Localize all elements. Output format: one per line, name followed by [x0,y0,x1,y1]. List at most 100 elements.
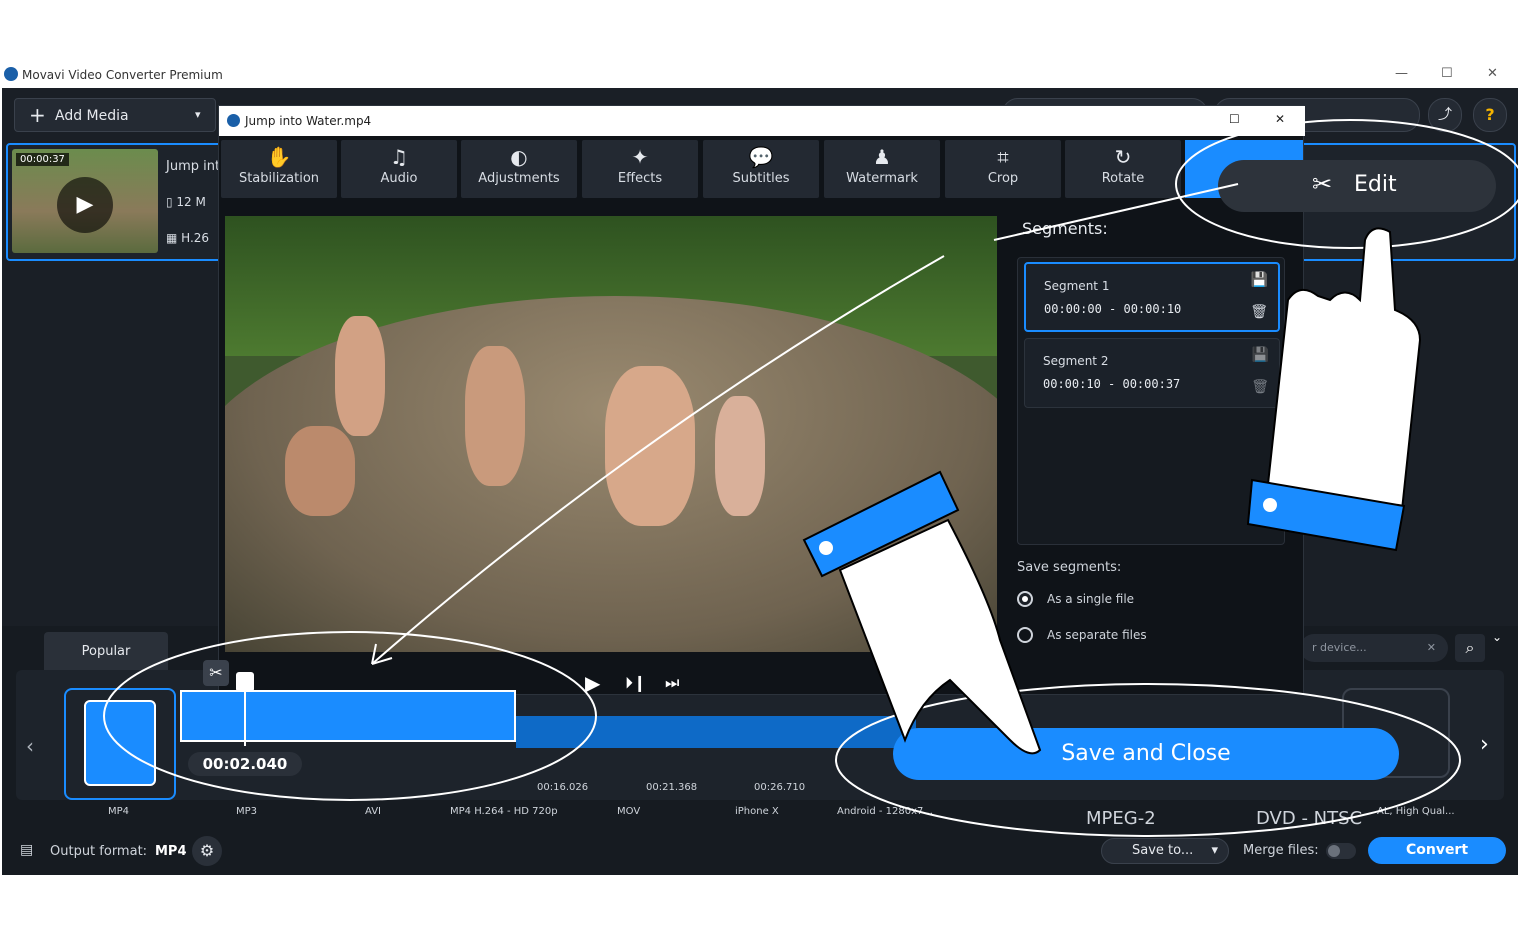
separate-files-label: As separate files [1047,628,1147,642]
format-label-mov: MOV [617,806,641,817]
play-icon[interactable]: ▶ [57,177,113,233]
format-label-iphone: iPhone X [735,806,779,817]
tool-rotate[interactable]: ↻ Rotate [1065,140,1181,198]
add-media-button[interactable]: + Add Media ▾ [14,98,216,132]
segment-range: 00:00:10 - 00:00:37 [1043,377,1181,391]
share-icon[interactable]: ⤴ [1428,98,1462,132]
tick-label: 00:21.368 [646,782,698,793]
minimize-icon[interactable]: — [1395,66,1408,81]
segment-item-1[interactable]: Segment 1 00:00:00 - 00:00:10 💾 🗑 [1024,262,1280,332]
prev-arrow-icon[interactable]: ‹ [26,734,34,758]
next-arrow-icon[interactable]: › [1480,732,1489,757]
tools-icon: ✂ [1312,170,1333,198]
file-size: ▯ 12 M [166,195,206,209]
collapse-icon[interactable]: ⌄ [1492,630,1502,644]
stabilization-icon: ✋ [266,145,292,169]
subtitles-icon: 💬 [748,145,774,169]
output-format-label: Output format: [50,844,148,859]
mp4-format-icon [84,700,156,786]
file-name: Jump int [166,159,221,174]
delete-segment-icon[interactable]: 🗑 [1250,304,1268,320]
edit-label: Edit [1354,172,1397,197]
next-frame-icon[interactable]: ⏵❙ [625,673,646,693]
chevron-down-icon: ▾ [195,108,201,121]
segment-name: Segment 1 [1044,279,1110,293]
maximize-icon[interactable]: ☐ [1441,66,1453,81]
segment-name: Segment 2 [1043,354,1109,368]
dialog-maximize-icon[interactable]: ☐ [1229,112,1240,126]
help-icon[interactable]: ? [1473,98,1507,132]
split-scissors-icon[interactable]: ✂ [203,660,229,686]
chevron-down-icon: ▾ [1211,843,1218,858]
format-card-mp4[interactable] [64,688,176,800]
playhead-line [244,690,246,746]
timeline-segment-selected[interactable] [180,690,516,742]
tool-audio[interactable]: ♫ Audio [341,140,457,198]
playhead-handle[interactable] [236,672,254,692]
effects-icon: ✦ [631,145,649,169]
current-time: 00:02.040 [188,752,302,776]
app-title-bar: Movavi Video Converter Premium — ☐ ✕ [0,62,1519,88]
merge-files-toggle[interactable] [1326,843,1356,859]
radio-separate-files[interactable] [1017,627,1033,643]
settings-gear-icon[interactable]: ⚙ [192,836,222,866]
format-label-mp3: MP3 [236,806,258,817]
convert-button[interactable]: Convert [1368,837,1506,864]
play-icon[interactable]: ▶ [585,671,600,695]
save-and-close-button[interactable]: Save and Close [893,728,1399,780]
close-icon[interactable]: ✕ [1487,66,1498,81]
dialog-title-bar: Jump into Water.mp4 ☐ ✕ [219,106,1305,136]
merge-files-label: Merge files: [1243,843,1319,858]
tick-label: 00:26.710 [754,782,806,793]
format-label-mpeg2: MPEG-2 [1086,808,1156,829]
cut-icon[interactable]: ✂ [923,672,936,691]
plus-icon: + [29,103,46,127]
detect-device-icon[interactable]: ⌕ [1455,634,1485,662]
tick-label: 00:16.026 [537,782,589,793]
tab-popular[interactable]: Popular [44,632,168,672]
video-thumbnail[interactable]: 00:00:37 ▶ [12,149,158,253]
audio-icon: ♫ [390,145,408,169]
dialog-title: Jump into Water.mp4 [245,114,372,128]
app-logo-icon [4,67,18,81]
file-icon: ▯ [166,195,177,209]
skip-end-icon[interactable]: ⏭ [665,673,679,693]
tool-adjustments[interactable]: ◐ Adjustments [461,140,577,198]
tool-effects[interactable]: ✦ Effects [582,140,698,198]
format-label-mp4-hd: MP4 H.264 - HD 720p [450,806,558,817]
edit-button[interactable]: ✂ Edit [1218,160,1496,212]
crop-icon: ⌗ [997,145,1009,169]
tool-subtitles[interactable]: 💬 Subtitles [703,140,819,198]
file-codec: ▦ H.26 [166,231,210,245]
tool-crop[interactable]: ⌗ Crop [945,140,1061,198]
format-label-dvd: DVD - NTSC [1256,808,1363,829]
add-media-label: Add Media [55,108,129,124]
watermark-icon: ♟ [873,145,891,169]
save-segments-heading: Save segments: [1017,560,1122,575]
codec-icon: ▦ [166,231,182,245]
save-to-button[interactable]: Save to... ▾ [1101,838,1229,864]
app-title: Movavi Video Converter Premium [22,68,223,82]
segment-item-2[interactable]: Segment 2 00:00:10 - 00:00:37 💾 🗑 [1024,338,1280,408]
single-file-label: As a single file [1047,592,1135,606]
dialog-close-icon[interactable]: ✕ [1275,112,1285,126]
segment-range: 00:00:00 - 00:00:10 [1044,302,1182,316]
save-segment-icon[interactable]: 💾 [1251,272,1268,288]
format-label-avi: AVI [365,806,381,817]
save-segment-icon[interactable]: 💾 [1252,347,1269,363]
thumbnail-duration: 00:00:37 [16,153,69,166]
timeline-segment-2[interactable] [516,716,916,748]
format-label-hq: AL, High Qual... [1377,806,1455,817]
video-preview[interactable] [225,216,997,652]
clear-icon[interactable]: ✕ [1427,634,1436,662]
radio-single-file[interactable] [1017,591,1033,607]
rotate-icon: ↻ [1114,145,1132,169]
device-search-input[interactable]: r device... ✕ [1300,634,1448,662]
format-label-mp4: MP4 [108,806,130,817]
delete-segment-icon[interactable]: 🗑 [1251,379,1269,395]
tool-stabilization[interactable]: ✋ Stabilization [221,140,337,198]
output-format-value[interactable]: MP4 [155,844,187,859]
segments-list: Segment 1 00:00:00 - 00:00:10 💾 🗑 Segmen… [1017,257,1285,545]
format-label-android: Android - 1280x7... [837,806,933,817]
tool-watermark[interactable]: ♟ Watermark [824,140,940,198]
